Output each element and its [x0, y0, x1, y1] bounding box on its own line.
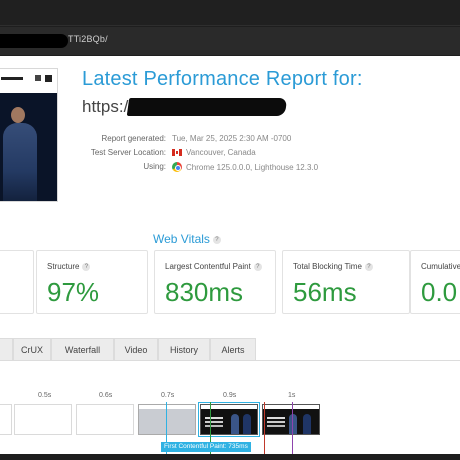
vital-card-label: Largest Contentful Paint [165, 262, 251, 271]
meta-value: Tue, Mar 25, 2025 2:30 AM -0700 [172, 134, 292, 143]
tabs-divider [0, 360, 460, 361]
vital-card-partial [0, 250, 34, 314]
meta-label: Report generated: [101, 134, 167, 143]
help-icon[interactable]: ? [253, 262, 262, 271]
vital-card-label: Cumulative [421, 262, 460, 271]
vital-card-value: 830ms [165, 277, 244, 307]
filmstrip-frame[interactable] [262, 404, 320, 435]
web-vitals-title: Web Vitals [153, 232, 210, 246]
thumbnail-site-header [0, 69, 57, 93]
marker-line [264, 402, 265, 458]
thumbnail-person-image [3, 123, 37, 201]
meta-label: Using: [143, 162, 166, 171]
vital-card-cls[interactable]: Cumulative 0.0 [410, 250, 460, 314]
meta-value: Vancouver, Canada [186, 148, 256, 157]
filmstrip-frame[interactable] [138, 404, 196, 435]
help-icon[interactable]: ? [364, 262, 373, 271]
web-vitals-heading: Web Vitals? [153, 232, 221, 246]
filmstrip-timestamp: 0.9s [223, 392, 237, 399]
tab-crux[interactable]: CrUX [13, 338, 51, 360]
page-screenshot-thumbnail[interactable] [0, 68, 58, 202]
meta-label: Test Server Location: [90, 148, 166, 157]
redacted-url [126, 98, 288, 116]
vital-card-label: Structure [47, 262, 80, 271]
tab-history[interactable]: History [158, 338, 210, 360]
vital-card-lcp[interactable]: Largest Contentful Paint? 830ms [154, 250, 276, 314]
canada-flag-icon [172, 149, 182, 156]
thumbnail-hero [0, 93, 57, 201]
report-page: Latest Performance Report for: https:// … [0, 56, 460, 460]
filmstrip-timestamp: 0.5s [38, 392, 52, 399]
address-bar[interactable]: TTi2BQb/ [0, 27, 460, 55]
vital-card-value: 97% [47, 277, 100, 307]
vital-card-value: 56ms [293, 277, 357, 307]
tab-waterfall[interactable]: Waterfall [51, 338, 114, 360]
tab-video[interactable]: Video [114, 338, 158, 360]
address-bar-text: TTi2BQb/ [68, 34, 108, 44]
filmstrip-frame[interactable] [76, 404, 134, 435]
tab-alerts[interactable]: Alerts [210, 338, 256, 360]
meta-value: Chrome 125.0.0.0, Lighthouse 12.3.0 [186, 162, 319, 172]
vital-card-tbt[interactable]: Total Blocking Time? 56ms [282, 250, 410, 314]
help-icon[interactable]: ? [212, 235, 221, 244]
filmstrip-frame[interactable] [14, 404, 72, 435]
tab-partial[interactable] [0, 338, 13, 360]
filmstrip-timestamp: 0.6s [99, 392, 113, 399]
filmstrip-selected-frame [198, 402, 260, 437]
redacted-url-segment [0, 34, 68, 48]
filmstrip-timestamp: 1s [288, 392, 296, 399]
fcp-badge: First Contentful Paint: 735ms [161, 442, 251, 452]
vital-card-structure[interactable]: Structure? 97% [36, 250, 148, 314]
marker-line [292, 402, 293, 458]
report-url[interactable]: https:// [82, 97, 133, 117]
chrome-icon [172, 162, 182, 172]
vital-card-label: Total Blocking Time [293, 262, 362, 271]
vital-card-label-wrap: Structure? [47, 262, 91, 271]
vital-card-value: 0.0 [421, 277, 458, 307]
vital-card-label-wrap: Largest Contentful Paint? [165, 262, 262, 271]
report-tabs: CrUX Waterfall Video History Alerts [0, 338, 460, 360]
filmstrip-timestamp: 0.7s [161, 392, 175, 399]
help-icon[interactable]: ? [82, 262, 91, 271]
browser-tab-strip [0, 0, 460, 26]
bottom-edge [0, 454, 460, 460]
filmstrip-frame[interactable] [0, 404, 12, 435]
vital-card-label-wrap: Total Blocking Time? [293, 262, 373, 271]
report-title: Latest Performance Report for: [82, 68, 363, 90]
